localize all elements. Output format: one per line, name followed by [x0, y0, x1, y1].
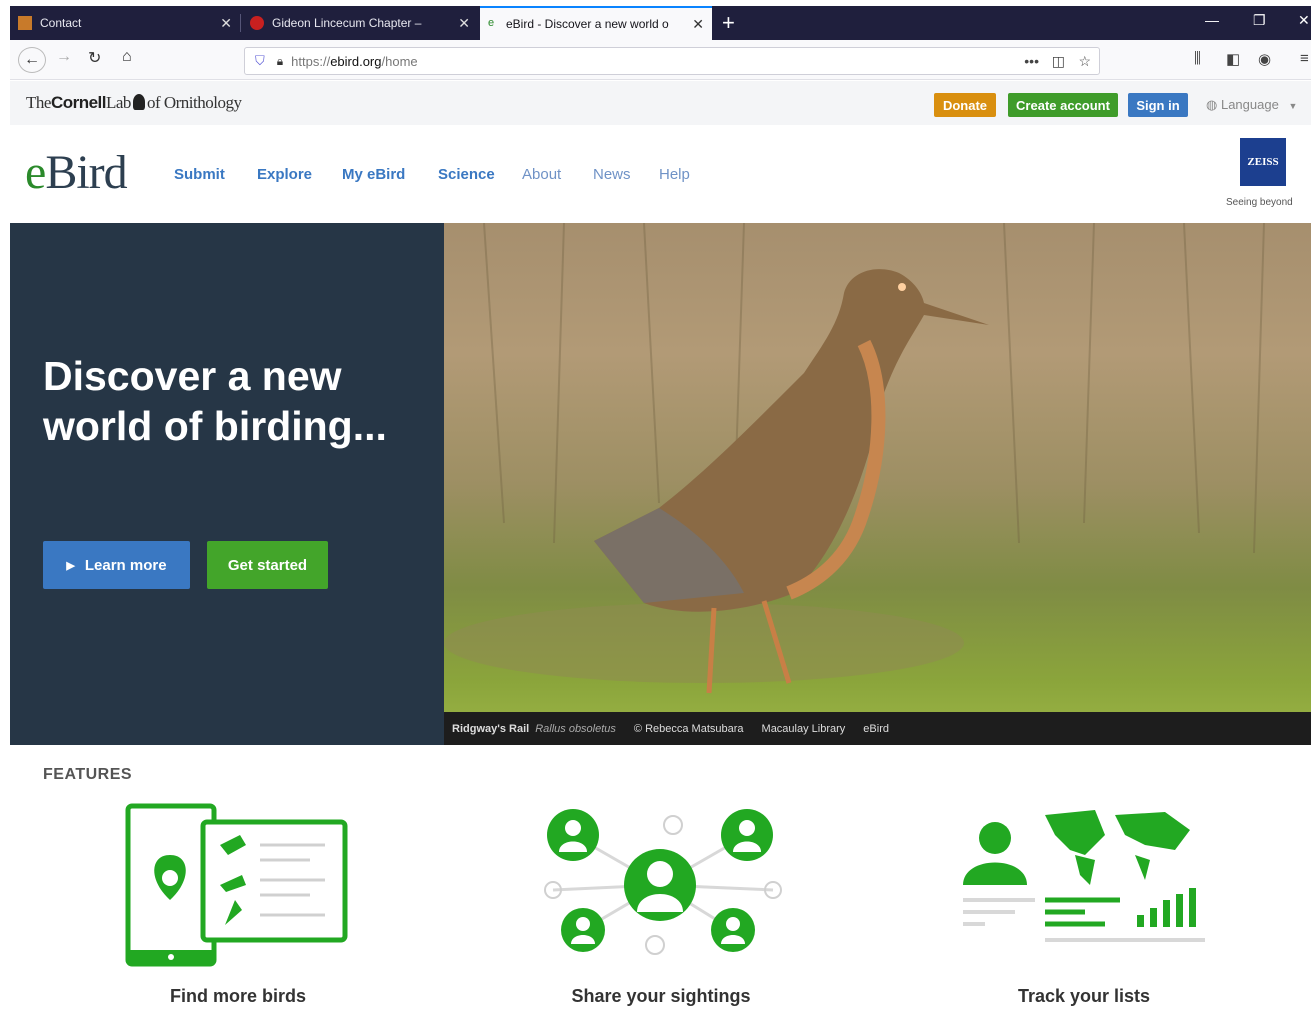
caption-scientific-name: Rallus obsoletus [535, 722, 616, 735]
tab-strip: Contact ✕ Gideon Lincecum Chapter – ✕ e … [10, 6, 1311, 40]
hero-panel: Discover a new world of birding... ▶ Lea… [10, 223, 444, 745]
ebird-logo[interactable]: eBird [25, 145, 128, 200]
close-tab-icon[interactable]: ✕ [220, 15, 232, 32]
nav-news[interactable]: News [593, 166, 631, 183]
close-window-icon[interactable]: ✕ [1298, 12, 1310, 29]
nav-about[interactable]: About [522, 166, 561, 183]
nav-help[interactable]: Help [659, 166, 690, 183]
nav-my-ebird[interactable]: My eBird [342, 166, 405, 183]
nav-explore[interactable]: Explore [257, 166, 312, 183]
ebird-nav: eBird Submit Explore My eBird Science Ab… [10, 125, 1311, 223]
cornell-lab-logo[interactable]: TheCornellLab of Ornithology [26, 93, 242, 113]
sign-in-button[interactable]: Sign in [1128, 93, 1188, 117]
nav-science[interactable]: Science [438, 166, 495, 183]
reload-icon[interactable]: ↻ [88, 48, 101, 68]
feature-track-lists[interactable]: Track your lists [934, 986, 1234, 1007]
address-bar[interactable]: ⛉ 🔒︎ https://ebird.org/home ••• ◫ ☆ [244, 47, 1100, 75]
share-sightings-icon [544, 809, 782, 955]
close-tab-icon[interactable]: ✕ [458, 15, 470, 32]
sidebar-icon[interactable]: ◧ [1226, 50, 1240, 68]
tab-separator [240, 14, 241, 32]
caption-library[interactable]: Macaulay Library [762, 723, 846, 735]
maximize-icon[interactable]: ❐ [1253, 12, 1266, 29]
tab-ebird[interactable]: e eBird - Discover a new world o ✕ [480, 6, 712, 40]
get-started-button[interactable]: Get started [207, 541, 328, 589]
find-birds-icon [125, 803, 348, 967]
photo-caption: Ridgway's Rail Rallus obsoletus © Rebecc… [444, 712, 1311, 745]
new-tab-button[interactable]: + [722, 10, 735, 36]
browser-toolbar: ← → ↻ ⌂ ⛉ 🔒︎ https://ebird.org/home ••• … [10, 40, 1311, 80]
language-selector[interactable]: ◍ Language ▼ [1206, 97, 1297, 113]
tab-contact[interactable]: Contact ✕ [10, 6, 240, 40]
nav-submit[interactable]: Submit [174, 166, 225, 183]
feature-find-more-birds[interactable]: Find more birds [88, 986, 388, 1007]
back-button-icon[interactable]: ← [18, 47, 46, 73]
zeiss-logo[interactable]: ZEISS [1240, 138, 1286, 186]
globe-icon: ◍ [1206, 97, 1218, 112]
browser-tab-bar: Contact ✕ Gideon Lincecum Chapter – ✕ e … [0, 0, 1311, 40]
donate-button[interactable]: Donate [934, 93, 996, 117]
hero-section: Discover a new world of birding... ▶ Lea… [10, 223, 1311, 745]
hero-bird-photo: Ridgway's Rail Rallus obsoletus © Rebecc… [444, 223, 1311, 745]
zeiss-tagline: Seeing beyond [1226, 197, 1293, 208]
tracking-shield-icon[interactable]: ⛉ [255, 53, 265, 69]
tab-title: Gideon Lincecum Chapter – [272, 16, 422, 30]
chevron-down-icon: ▼ [1288, 101, 1298, 111]
forward-button-icon[interactable]: → [56, 48, 72, 66]
learn-more-button[interactable]: ▶ Learn more [43, 541, 190, 589]
cornell-bird-icon [132, 94, 145, 110]
bookmark-star-icon[interactable]: ☆ [1078, 53, 1091, 70]
gideon-favicon-icon [250, 16, 264, 30]
menu-icon[interactable]: ≡ [1300, 50, 1309, 67]
account-icon[interactable]: ◉ [1258, 50, 1271, 68]
hero-title: Discover a new world of birding... [43, 353, 387, 449]
page-actions-icon[interactable]: ••• [1024, 53, 1039, 69]
lock-icon[interactable]: 🔒︎ [277, 54, 283, 69]
contact-favicon-icon [18, 16, 32, 30]
home-icon[interactable]: ⌂ [122, 48, 132, 66]
tab-gideon[interactable]: Gideon Lincecum Chapter – ✕ [242, 6, 478, 40]
minimize-icon[interactable]: — [1205, 12, 1219, 28]
library-icon[interactable]: ⫼ [1194, 50, 1201, 67]
pocket-icon[interactable]: ◫ [1052, 53, 1065, 70]
caption-species[interactable]: Ridgway's Rail [452, 723, 529, 735]
caption-ebird[interactable]: eBird [863, 723, 889, 735]
play-icon: ▶ [66, 559, 75, 572]
url-text[interactable]: https://ebird.org/home [291, 54, 417, 69]
features-heading: FEATURES [43, 766, 133, 783]
ridgways-rail-illustration [444, 223, 1265, 694]
close-tab-icon[interactable]: ✕ [692, 16, 704, 33]
track-lists-icon [963, 810, 1205, 942]
cornell-header: TheCornellLab of Ornithology Donate Creat… [10, 81, 1311, 125]
feature-share-sightings[interactable]: Share your sightings [511, 986, 811, 1007]
ebird-favicon-icon: e [488, 17, 495, 29]
tab-title: eBird - Discover a new world o [506, 17, 669, 31]
caption-credit: © Rebecca Matsubara [633, 722, 744, 735]
create-account-button[interactable]: Create account [1008, 93, 1118, 117]
tab-title: Contact [40, 16, 82, 30]
